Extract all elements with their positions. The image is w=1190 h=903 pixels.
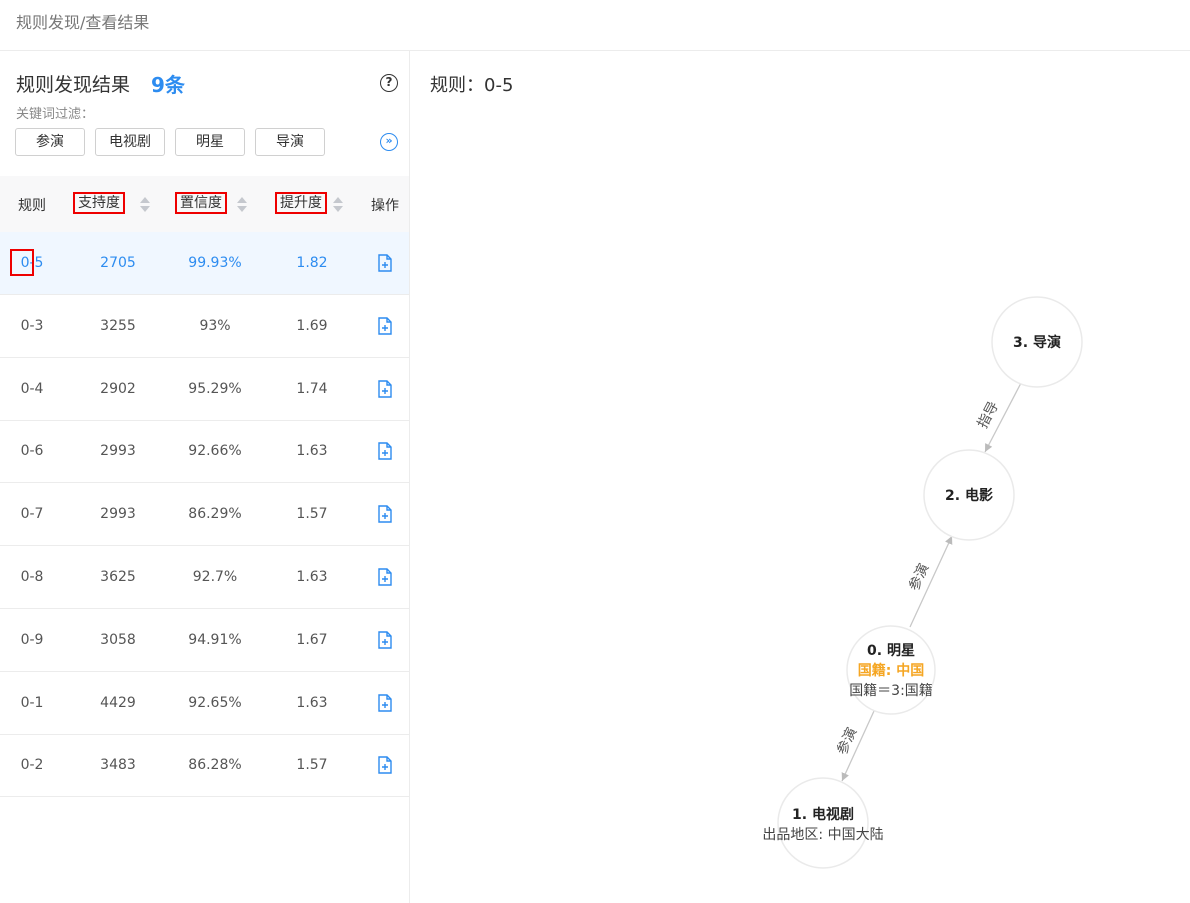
cell-confidence: 93% xyxy=(199,317,231,334)
view-detail-icon[interactable] xyxy=(370,358,400,420)
cell-support: 3483 xyxy=(100,757,136,774)
cell-rule: 0-7 xyxy=(20,506,44,523)
breadcrumb: 规则发现/查看结果 xyxy=(16,13,150,32)
cell-confidence: 92.65% xyxy=(188,694,242,711)
cell-lift: 1.57 xyxy=(296,757,328,774)
node-star-sub: 国籍＝3:国籍 xyxy=(849,682,933,699)
cell-confidence: 95.29% xyxy=(188,380,242,397)
node-star[interactable]: 0. 明星 国籍: 中国 国籍＝3:国籍 xyxy=(846,625,936,715)
table-row[interactable]: 0-7 2993 86.29% 1.57 xyxy=(0,483,409,547)
header-action: 操作 xyxy=(371,198,399,214)
filter-chip-star[interactable]: 明星 xyxy=(175,128,245,156)
keyword-filter-label: 关键词过滤： xyxy=(16,107,95,122)
header-confidence[interactable]: 置信度 xyxy=(175,192,227,214)
node-tv-title: 1. 电视剧 xyxy=(792,806,854,823)
cell-support: 2902 xyxy=(100,380,136,397)
header-rule: 规则 xyxy=(18,198,46,214)
cell-confidence: 92.66% xyxy=(188,443,242,460)
cell-rule: 0-3 xyxy=(20,317,44,334)
cell-rule: 0-8 xyxy=(20,569,44,585)
cell-support: 3058 xyxy=(100,631,136,648)
rule-graph: 指导 参演 参演 3. 导演 2. 电影 0. 明星 国籍: 中国 国籍＝3:国… xyxy=(762,296,1083,869)
cell-confidence: 92.7% xyxy=(192,569,238,585)
table-row[interactable]: 0-1 4429 92.65% 1.63 xyxy=(0,672,409,735)
table-row[interactable]: 0-6 2993 92.66% 1.63 xyxy=(0,420,409,484)
cell-lift: 1.63 xyxy=(296,443,328,460)
header-support[interactable]: 支持度 xyxy=(73,192,125,214)
cell-support: 3625 xyxy=(100,569,136,585)
cell-confidence: 86.29% xyxy=(188,506,242,523)
header-lift[interactable]: 提升度 xyxy=(275,192,327,214)
cell-rule: 0-6 xyxy=(20,443,44,460)
filter-chip-canyan[interactable]: 参演 xyxy=(15,128,85,156)
cell-lift: 1.57 xyxy=(296,506,328,523)
cell-support: 2993 xyxy=(100,506,136,523)
view-detail-icon[interactable] xyxy=(370,483,400,545)
node-star-highlight: 国籍: 中国 xyxy=(858,662,924,679)
view-detail-icon[interactable] xyxy=(370,734,400,796)
rule-highlight-box xyxy=(10,249,34,276)
view-detail-icon[interactable] xyxy=(370,609,400,671)
cell-support: 2705 xyxy=(100,255,136,271)
view-detail-icon[interactable] xyxy=(370,546,400,608)
node-movie[interactable]: 2. 电影 xyxy=(923,449,1015,541)
cell-rule: 0-2 xyxy=(20,757,44,774)
cell-confidence: 99.93% xyxy=(188,255,242,271)
cell-rule: 0-1 xyxy=(20,694,44,711)
cell-support: 4429 xyxy=(100,694,136,711)
filter-chip-tv-series[interactable]: 电视剧 xyxy=(95,128,165,156)
view-detail-icon[interactable] xyxy=(370,232,400,294)
node-director[interactable]: 3. 导演 xyxy=(991,296,1083,388)
cell-lift: 1.63 xyxy=(296,569,328,585)
filter-chip-director[interactable]: 导演 xyxy=(255,128,325,156)
view-detail-icon[interactable] xyxy=(370,295,400,357)
table-row[interactable]: 0-4 2902 95.29% 1.74 xyxy=(0,358,409,421)
table-row[interactable]: 0-3 3255 93% 1.69 xyxy=(0,295,409,358)
cell-confidence: 86.28% xyxy=(188,757,242,774)
table-row[interactable]: 0-5 2705 99.93% 1.82 xyxy=(0,232,409,295)
node-tv-series[interactable]: 1. 电视剧 出品地区: 中国大陆 xyxy=(762,777,884,869)
table-row[interactable]: 0-2 3483 86.28% 1.57 xyxy=(0,734,409,798)
sort-confidence-icon[interactable] xyxy=(237,196,247,214)
cell-confidence: 94.91% xyxy=(188,631,242,648)
cell-rule: 0-4 xyxy=(20,380,44,397)
cell-lift: 1.63 xyxy=(296,694,328,711)
node-director-title: 3. 导演 xyxy=(1013,334,1061,351)
table-row[interactable]: 0-8 3625 92.7% 1.63 xyxy=(0,546,409,609)
cell-rule: 0-9 xyxy=(20,631,44,648)
node-movie-title: 2. 电影 xyxy=(945,487,993,504)
cell-support: 2993 xyxy=(100,443,136,460)
result-title: 规则发现结果 xyxy=(16,74,131,96)
help-icon[interactable]: ? xyxy=(380,74,398,92)
cell-lift: 1.69 xyxy=(296,317,328,334)
expand-chips-icon[interactable]: » xyxy=(380,133,398,151)
result-count: 9条 xyxy=(151,73,185,97)
cell-lift: 1.82 xyxy=(296,255,328,271)
view-detail-icon[interactable] xyxy=(370,672,400,734)
cell-lift: 1.67 xyxy=(296,631,328,648)
cell-support: 3255 xyxy=(100,317,136,334)
node-tv-sub: 出品地区: 中国大陆 xyxy=(762,827,883,843)
node-star-title: 0. 明星 xyxy=(867,643,915,659)
edge-label-act-tv: 参演 xyxy=(833,725,860,758)
view-detail-icon[interactable] xyxy=(370,420,400,482)
cell-lift: 1.74 xyxy=(296,380,328,397)
sort-lift-icon[interactable] xyxy=(333,196,343,214)
sort-support-icon[interactable] xyxy=(140,196,150,214)
table-row[interactable]: 0-9 3058 94.91% 1.67 xyxy=(0,609,409,672)
